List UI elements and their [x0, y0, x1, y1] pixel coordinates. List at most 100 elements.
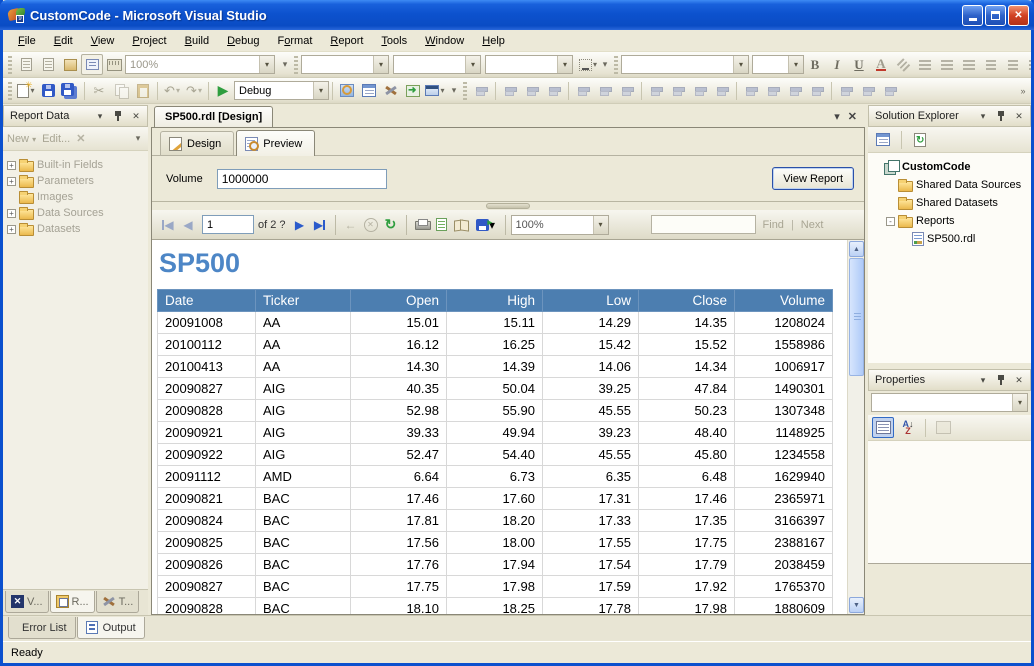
menu-view[interactable]: View [82, 32, 124, 50]
categorized-icon[interactable] [872, 417, 894, 438]
toolbox-icon[interactable] [380, 80, 402, 101]
find-input[interactable] [651, 215, 756, 234]
toolbar-grip[interactable] [8, 56, 12, 74]
paste-icon[interactable] [132, 80, 154, 101]
window-position-icon[interactable]: ▾ [976, 373, 990, 387]
start-debugging-button[interactable]: ▶ [212, 80, 234, 101]
close-panel-icon[interactable]: ✕ [129, 109, 143, 123]
menu-tools[interactable]: Tools [372, 32, 416, 50]
tab-v-[interactable]: ✕V... [5, 591, 49, 613]
increase-horizontal-spacing-icon[interactable] [762, 80, 784, 101]
undo-button[interactable]: ↶▾ [161, 80, 183, 101]
view-report-button[interactable]: View Report [772, 167, 854, 190]
increase-vertical-spacing-icon[interactable] [857, 80, 879, 101]
print-button[interactable] [412, 215, 432, 235]
menu-help[interactable]: Help [473, 32, 514, 50]
object-select[interactable]: ▾ [871, 393, 1028, 412]
tab-error-list[interactable]: Error List [8, 617, 76, 639]
stop-button[interactable]: ✕ [361, 215, 381, 235]
find-in-files-icon[interactable] [336, 80, 358, 101]
property-pages-icon[interactable] [932, 417, 954, 438]
grouping-icon[interactable] [81, 54, 103, 75]
close-panel-icon[interactable]: ✕ [1012, 109, 1026, 123]
active-files-icon[interactable]: ▾ [834, 110, 840, 123]
make-same-height-icon[interactable] [689, 80, 711, 101]
edit-button[interactable]: Edit... [42, 133, 70, 145]
tree-item-shared-data-sources[interactable]: Shared Data Sources [872, 176, 1029, 194]
export-button[interactable]: ▾ [472, 215, 500, 235]
command-window-icon[interactable]: ▾ [424, 80, 446, 101]
tree-item-built-in-fields[interactable]: +Built-in Fields [7, 157, 146, 173]
page-setup-button[interactable] [452, 215, 472, 235]
refresh-icon[interactable] [909, 129, 931, 150]
horizontal-spacing-equal-icon[interactable] [740, 80, 762, 101]
minimize-button[interactable] [962, 5, 983, 26]
decrease-vertical-spacing-icon[interactable] [879, 80, 901, 101]
toolbar-overflow-icon[interactable]: » [1017, 86, 1029, 96]
properties-header[interactable]: Properties ▾ ✕ [868, 369, 1031, 391]
tree-item-shared-datasets[interactable]: Shared Datasets [872, 194, 1029, 212]
window-position-icon[interactable]: ▾ [976, 109, 990, 123]
expand-icon[interactable]: + [7, 161, 16, 170]
tree-item-parameters[interactable]: +Parameters [7, 173, 146, 189]
toolbar-grip[interactable] [614, 56, 618, 74]
report-item-icon[interactable] [15, 54, 37, 75]
ruler-icon[interactable] [103, 54, 125, 75]
new-button[interactable]: New ▾ [7, 133, 36, 145]
borders-icon[interactable]: ▾ [577, 54, 599, 75]
next-page-button[interactable]: ▶ [290, 215, 310, 235]
document-tab[interactable]: SP500.rdl [Design] [154, 106, 273, 127]
last-page-button[interactable]: ▶ [310, 215, 330, 235]
redo-button[interactable]: ↷▾ [183, 80, 205, 101]
align-centers-icon[interactable] [521, 80, 543, 101]
toolbar-grip[interactable] [294, 56, 298, 74]
refresh-button[interactable]: ↻ [381, 215, 401, 235]
first-page-button[interactable]: ◀ [158, 215, 178, 235]
toolbar-overflow-icon[interactable]: ▾ [279, 59, 291, 70]
menu-project[interactable]: Project [123, 32, 175, 50]
tab-preview[interactable]: Preview [236, 130, 315, 156]
menu-file[interactable]: File [9, 32, 45, 50]
close-panel-icon[interactable]: ✕ [1012, 373, 1026, 387]
scroll-down-icon[interactable]: ▼ [849, 597, 864, 613]
group-select[interactable]: ▾ [393, 55, 481, 74]
numbered-list-icon[interactable] [980, 54, 1002, 75]
previous-page-button[interactable]: ◀ [178, 215, 198, 235]
copy-icon[interactable] [110, 80, 132, 101]
expand-icon[interactable]: + [7, 177, 16, 186]
tab-design[interactable]: Design [160, 131, 234, 155]
align-bottoms-icon[interactable] [616, 80, 638, 101]
remove-horizontal-spacing-icon[interactable] [806, 80, 828, 101]
collapse-icon[interactable]: - [886, 217, 895, 226]
maximize-button[interactable] [985, 5, 1006, 26]
align-center-icon[interactable] [936, 54, 958, 75]
align-tops-icon[interactable] [572, 80, 594, 101]
alphabetical-sort-icon[interactable]: A↓Z [897, 417, 919, 438]
menu-build[interactable]: Build [176, 32, 218, 50]
tree-item-data-sources[interactable]: +Data Sources [7, 205, 146, 221]
tab-r-[interactable]: R... [50, 591, 95, 613]
viewer-zoom-select[interactable]: 100%▾ [511, 215, 609, 235]
current-page-input[interactable] [202, 215, 254, 234]
align-lefts-icon[interactable] [499, 80, 521, 101]
tree-item-sp500-rdl[interactable]: SP500.rdl [872, 230, 1029, 248]
vertical-spacing-equal-icon[interactable] [835, 80, 857, 101]
parameter-splitter[interactable] [152, 202, 864, 210]
font-family-select[interactable]: ▾ [621, 55, 749, 74]
solution-explorer-header[interactable]: Solution Explorer ▾ ✕ [868, 105, 1031, 127]
toolbar-overflow-icon[interactable]: ▾ [599, 59, 611, 70]
toolbar-grip[interactable] [463, 82, 467, 100]
volume-parameter-input[interactable] [217, 169, 387, 189]
pin-icon[interactable] [111, 109, 125, 123]
delete-icon[interactable]: ✕ [76, 132, 85, 145]
save-button[interactable] [37, 80, 59, 101]
close-button[interactable]: ✕ [1008, 5, 1029, 26]
indent-icon[interactable] [1024, 54, 1031, 75]
make-same-width-icon[interactable] [645, 80, 667, 101]
report-body-icon[interactable] [37, 54, 59, 75]
font-size-select[interactable]: ▾ [752, 55, 804, 74]
find-next-button[interactable]: Next [801, 219, 824, 231]
close-document-icon[interactable]: ✕ [848, 110, 857, 123]
underline-icon[interactable]: U [848, 54, 870, 75]
align-middles-icon[interactable] [594, 80, 616, 101]
